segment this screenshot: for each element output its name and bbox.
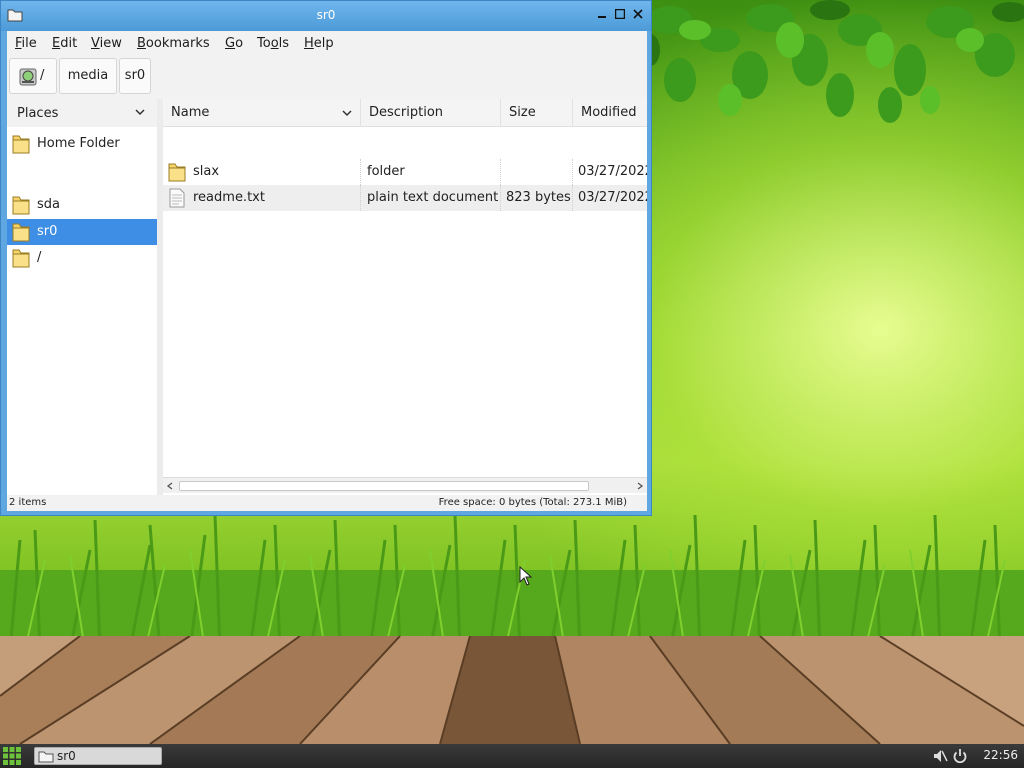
sidebar-item-sda[interactable]: sda xyxy=(7,192,157,218)
menubar: File Edit View Bookmarks Go Tools Help xyxy=(7,31,647,55)
sidebar-item-label: Home Folder xyxy=(37,136,120,151)
crumb-media[interactable]: media xyxy=(59,58,117,94)
folder-icon xyxy=(12,223,30,242)
crumb-root-label: / xyxy=(40,68,45,83)
wallpaper-leaves xyxy=(640,0,1024,123)
clock[interactable]: 22:56 xyxy=(983,748,1018,762)
chevron-down-icon xyxy=(135,109,145,116)
file-name: readme.txt xyxy=(193,185,361,211)
close-icon xyxy=(633,9,643,19)
menu-edit[interactable]: Edit xyxy=(52,36,77,51)
folder-icon xyxy=(38,751,54,763)
window-title: sr0 xyxy=(316,8,336,22)
menu-tools[interactable]: Tools xyxy=(257,36,289,51)
menu-view[interactable]: View xyxy=(91,36,122,51)
folder-icon xyxy=(12,249,30,268)
sidebar-item-root[interactable]: / xyxy=(7,245,157,271)
menu-file[interactable]: File xyxy=(15,36,37,51)
crumb-sr0[interactable]: sr0 xyxy=(119,58,151,94)
places-header[interactable]: Places xyxy=(7,99,157,127)
column-header-name[interactable]: Name xyxy=(163,99,361,127)
scroll-left-button[interactable] xyxy=(163,478,177,494)
sort-descending-icon xyxy=(342,110,352,117)
status-free-space: Free space: 0 bytes (Total: 273.1 MiB) xyxy=(438,497,627,508)
folder-icon xyxy=(12,196,30,215)
folder-icon xyxy=(168,163,186,182)
file-size xyxy=(506,159,573,185)
maximize-icon xyxy=(614,8,626,20)
menu-help[interactable]: Help xyxy=(304,36,334,51)
column-header-modified[interactable]: Modified xyxy=(573,99,647,127)
places-sidebar: Places Home Folder sda sr0 / xyxy=(7,99,157,495)
scrollbar-thumb[interactable] xyxy=(179,481,589,491)
sidebar-item-home-folder[interactable]: Home Folder xyxy=(7,131,157,157)
sidebar-item-sr0[interactable]: sr0 xyxy=(7,219,157,245)
sidebar-item-label: / xyxy=(37,250,42,265)
places-header-label: Places xyxy=(17,106,59,121)
folder-icon xyxy=(12,135,30,154)
file-modified: 03/27/2022 xyxy=(578,190,647,205)
crumb-root[interactable]: / xyxy=(9,58,57,94)
file-list: Name Description Size Modified slax fold… xyxy=(163,99,647,495)
window-client-area: File Edit View Bookmarks Go Tools Help /… xyxy=(7,31,647,511)
chevron-left-icon xyxy=(166,482,173,490)
file-size: 823 bytes xyxy=(506,185,573,211)
file-name: slax xyxy=(193,159,361,185)
table-row[interactable]: slax folder 03/27/2022 xyxy=(163,159,647,185)
scroll-right-button[interactable] xyxy=(633,478,647,494)
menu-go[interactable]: Go xyxy=(225,36,243,51)
apps-grid-icon xyxy=(3,747,21,765)
sidebar-item-label: sr0 xyxy=(37,224,58,239)
sidebar-item-label: sda xyxy=(37,197,60,212)
minimize-button[interactable] xyxy=(595,7,609,23)
taskbar-window-label: sr0 xyxy=(57,749,76,763)
taskbar-window-button[interactable]: sr0 xyxy=(34,747,162,765)
volume-muted-icon[interactable] xyxy=(932,748,948,764)
file-description: plain text document xyxy=(367,185,501,211)
file-modified: 03/27/2022 xyxy=(578,164,647,179)
taskbar: sr0 22:56 xyxy=(0,744,1024,768)
path-bar: / media sr0 xyxy=(7,57,647,95)
status-item-count: 2 items xyxy=(9,497,47,508)
column-header-label: Name xyxy=(171,105,210,120)
close-button[interactable] xyxy=(631,7,645,23)
menu-bookmarks[interactable]: Bookmarks xyxy=(137,36,210,51)
file-description: folder xyxy=(367,159,501,185)
wallpaper-wood-deck xyxy=(0,636,1024,744)
column-header-size[interactable]: Size xyxy=(501,99,573,127)
column-header-description[interactable]: Description xyxy=(361,99,501,127)
window-titlebar[interactable]: sr0 xyxy=(1,1,651,31)
minimize-icon xyxy=(598,16,606,18)
table-row[interactable]: readme.txt plain text document 823 bytes… xyxy=(163,185,647,211)
column-headers: Name Description Size Modified xyxy=(163,99,647,127)
horizontal-scrollbar[interactable] xyxy=(163,477,647,493)
start-menu-button[interactable] xyxy=(3,747,21,765)
drive-icon xyxy=(19,68,37,86)
status-bar: 2 items Free space: 0 bytes (Total: 273.… xyxy=(7,495,647,511)
text-file-icon xyxy=(169,188,185,208)
power-icon[interactable] xyxy=(952,748,968,764)
mouse-pointer-icon xyxy=(519,566,533,586)
maximize-button[interactable] xyxy=(613,7,627,23)
chevron-right-icon xyxy=(637,482,644,490)
wallpaper-grass xyxy=(0,514,1024,650)
file-manager-window[interactable]: sr0 File Edit View Bookmarks Go Tools He… xyxy=(0,0,652,516)
